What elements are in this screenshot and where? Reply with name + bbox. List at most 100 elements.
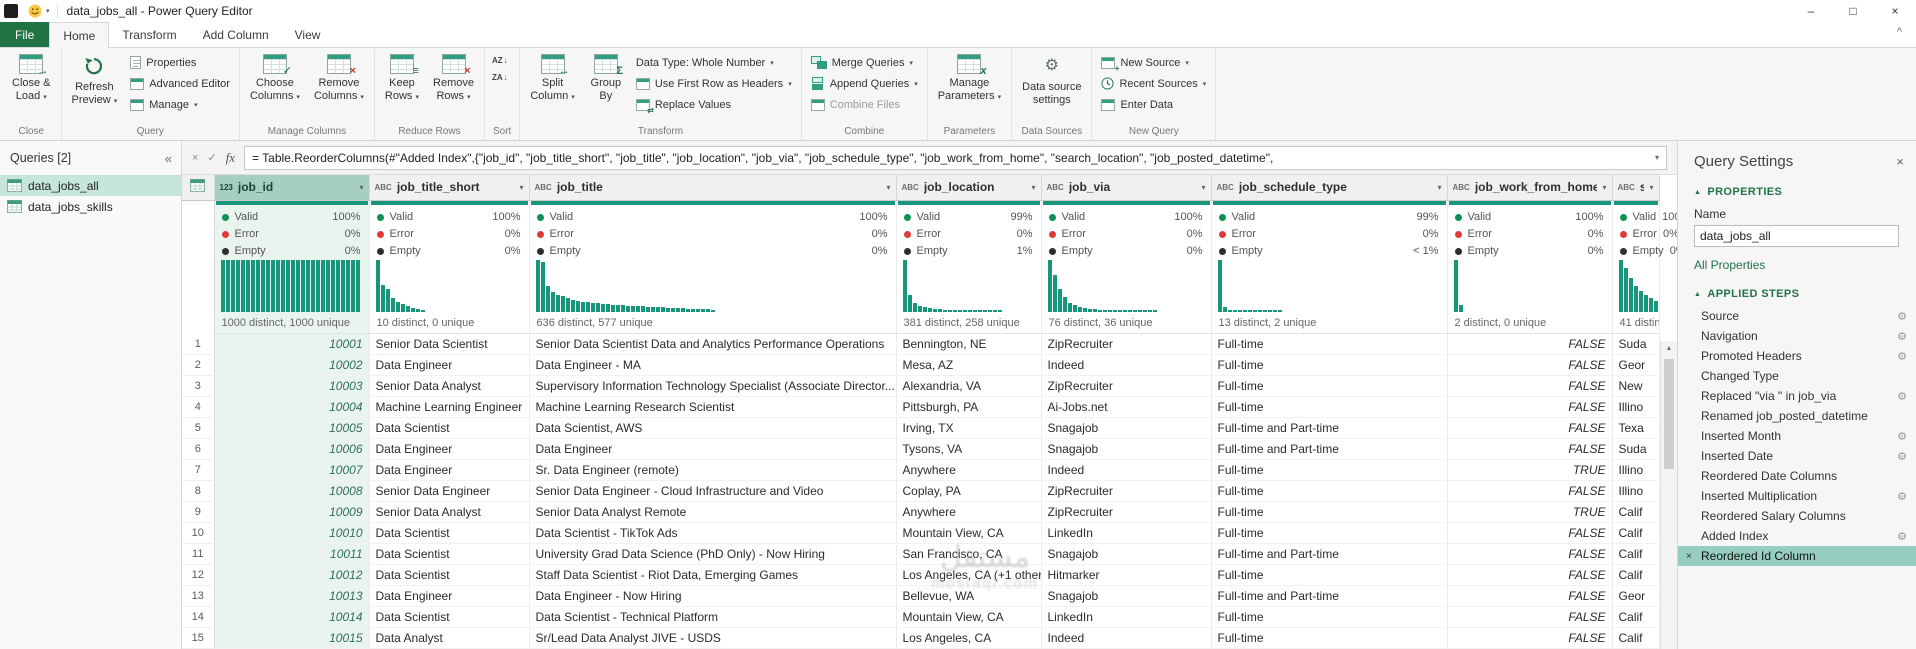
column-filter-icon[interactable]: ▾ bbox=[519, 183, 523, 192]
row-number[interactable]: 7 bbox=[182, 459, 215, 481]
cell-job_via[interactable]: Indeed bbox=[1041, 354, 1212, 376]
minimize-button[interactable]: – bbox=[1790, 0, 1832, 22]
collapse-pane-icon[interactable]: « bbox=[165, 151, 172, 166]
row-number[interactable]: 13 bbox=[182, 585, 215, 607]
cell-job_title_short[interactable]: Data Analyst bbox=[369, 627, 530, 649]
cell-job_title_short[interactable]: Data Scientist bbox=[369, 522, 530, 544]
gear-icon[interactable]: ⚙ bbox=[1893, 490, 1907, 503]
cell-job_title_short[interactable]: Senior Data Analyst bbox=[369, 501, 530, 523]
cell-job_title[interactable]: Data Engineer - Now Hiring bbox=[529, 585, 897, 607]
query-name-input[interactable] bbox=[1694, 225, 1899, 247]
cell-job_title[interactable]: Supervisory Information Technology Speci… bbox=[529, 375, 897, 397]
column-filter-icon[interactable]: ▾ bbox=[359, 183, 363, 192]
cell-search_location[interactable]: Calif bbox=[1612, 522, 1660, 544]
cell-job_id[interactable]: 10009 bbox=[214, 501, 370, 523]
vertical-scrollbar[interactable]: ▲ bbox=[1660, 341, 1677, 649]
feedback-smiley-icon[interactable] bbox=[28, 4, 42, 18]
tab-add-column[interactable]: Add Column bbox=[190, 22, 282, 47]
cell-job_location[interactable]: Mesa, AZ bbox=[896, 354, 1042, 376]
cell-job_work_from_home[interactable]: FALSE bbox=[1447, 354, 1613, 376]
query-item-data_jobs_all[interactable]: data_jobs_all bbox=[0, 175, 181, 196]
column-histogram-job_id[interactable] bbox=[214, 259, 370, 316]
cell-search_location[interactable]: Calif bbox=[1612, 501, 1660, 523]
cell-job_schedule_type[interactable]: Full-time bbox=[1211, 627, 1448, 649]
sort-ascending-button[interactable]: AZ ↓ bbox=[489, 52, 511, 69]
row-number[interactable]: 5 bbox=[182, 417, 215, 439]
cell-job_work_from_home[interactable]: TRUE bbox=[1447, 501, 1613, 523]
column-header-job_title_short[interactable]: ABC job_title_short ▾ bbox=[369, 175, 530, 201]
column-header-job_schedule_type[interactable]: ABC job_schedule_type ▾ bbox=[1211, 175, 1448, 201]
column-filter-icon[interactable]: ▾ bbox=[1602, 183, 1606, 192]
use-first-row-as-headers-button[interactable]: Use First Row as Headers ▾ bbox=[631, 73, 797, 94]
column-histogram-job_schedule_type[interactable] bbox=[1211, 259, 1448, 316]
cell-job_title_short[interactable]: Senior Data Analyst bbox=[369, 375, 530, 397]
column-type-icon[interactable]: ABC bbox=[535, 183, 552, 192]
cell-job_title[interactable]: Data Scientist - TikTok Ads bbox=[529, 522, 897, 544]
cell-job_title[interactable]: Staff Data Scientist - Riot Data, Emergi… bbox=[529, 564, 897, 586]
applied-step[interactable]: Inserted Multiplication ⚙ bbox=[1678, 486, 1916, 506]
cell-job_schedule_type[interactable]: Full-time bbox=[1211, 459, 1448, 481]
gear-icon[interactable]: ⚙ bbox=[1893, 390, 1907, 403]
applied-step[interactable]: Changed Type bbox=[1678, 366, 1916, 386]
cell-job_schedule_type[interactable]: Full-time and Part-time bbox=[1211, 543, 1448, 565]
cell-job_location[interactable]: Alexandria, VA bbox=[896, 375, 1042, 397]
enter-data-button[interactable]: Enter Data bbox=[1096, 94, 1178, 115]
cell-job_title_short[interactable]: Data Engineer bbox=[369, 438, 530, 460]
cell-job_id[interactable]: 10013 bbox=[214, 585, 370, 607]
append-queries-button[interactable]: Append Queries ▾ bbox=[806, 73, 923, 94]
row-number[interactable]: 3 bbox=[182, 375, 215, 397]
tab-view[interactable]: View bbox=[282, 22, 334, 47]
cell-search_location[interactable]: Suda bbox=[1612, 438, 1660, 460]
cell-job_location[interactable]: Bellevue, WA bbox=[896, 585, 1042, 607]
row-number[interactable]: 6 bbox=[182, 438, 215, 460]
applied-step[interactable]: Source ⚙ bbox=[1678, 306, 1916, 326]
applied-step[interactable]: Promoted Headers ⚙ bbox=[1678, 346, 1916, 366]
column-histogram-job_work_from_home[interactable] bbox=[1447, 259, 1613, 316]
cell-job_via[interactable]: Hitmarker bbox=[1041, 564, 1212, 586]
cell-job_via[interactable]: LinkedIn bbox=[1041, 606, 1212, 628]
cell-search_location[interactable]: Suda bbox=[1612, 333, 1660, 355]
row-number[interactable]: 10 bbox=[182, 522, 215, 544]
cell-job_title[interactable]: Sr/Lead Data Analyst JIVE - USDS bbox=[529, 627, 897, 649]
close-button[interactable]: × bbox=[1874, 0, 1916, 22]
cell-job_location[interactable]: Coplay, PA bbox=[896, 480, 1042, 502]
row-number[interactable]: 14 bbox=[182, 606, 215, 628]
cell-job_location[interactable]: Anywhere bbox=[896, 459, 1042, 481]
cell-search_location[interactable]: Calif bbox=[1612, 606, 1660, 628]
column-type-icon[interactable]: ABC bbox=[1618, 183, 1635, 192]
cell-job_location[interactable]: Pittsburgh, PA bbox=[896, 396, 1042, 418]
cell-job_title_short[interactable]: Senior Data Engineer bbox=[369, 480, 530, 502]
cell-job_title_short[interactable]: Data Engineer bbox=[369, 354, 530, 376]
cell-job_id[interactable]: 10002 bbox=[214, 354, 370, 376]
cell-job_schedule_type[interactable]: Full-time and Part-time bbox=[1211, 585, 1448, 607]
column-type-icon[interactable]: ABC bbox=[375, 183, 392, 192]
group-by-button[interactable]: Σ Group By bbox=[583, 50, 629, 118]
tab-home[interactable]: Home bbox=[49, 22, 110, 48]
cell-job_location[interactable]: Los Angeles, CA (+1 other) bbox=[896, 564, 1042, 586]
cell-job_id[interactable]: 10015 bbox=[214, 627, 370, 649]
cell-job_id[interactable]: 10014 bbox=[214, 606, 370, 628]
row-number[interactable]: 15 bbox=[182, 627, 215, 649]
applied-step[interactable]: Reordered Date Columns bbox=[1678, 466, 1916, 486]
applied-step[interactable]: Replaced "via " in job_via ⚙ bbox=[1678, 386, 1916, 406]
cell-job_title[interactable]: Data Scientist, AWS bbox=[529, 417, 897, 439]
cell-job_work_from_home[interactable]: FALSE bbox=[1447, 585, 1613, 607]
close-and-load-button[interactable]: → Close & Load ▾ bbox=[6, 50, 57, 118]
scrollbar-thumb[interactable] bbox=[1664, 359, 1674, 469]
applied-step[interactable]: × Reordered Id Column bbox=[1678, 546, 1916, 566]
panel-close-icon[interactable]: × bbox=[1896, 154, 1904, 169]
column-histogram-job_title[interactable] bbox=[529, 259, 897, 316]
gear-icon[interactable]: ⚙ bbox=[1893, 450, 1907, 463]
combine-files-button[interactable]: Combine Files bbox=[806, 94, 905, 115]
cell-search_location[interactable]: Geor bbox=[1612, 354, 1660, 376]
cell-job_work_from_home[interactable]: FALSE bbox=[1447, 333, 1613, 355]
cell-search_location[interactable]: Illino bbox=[1612, 480, 1660, 502]
collapse-ribbon-icon[interactable]: ^ bbox=[1897, 26, 1902, 38]
column-histogram-search_location[interactable] bbox=[1612, 259, 1660, 316]
applied-step[interactable]: Reordered Salary Columns bbox=[1678, 506, 1916, 526]
cell-job_id[interactable]: 10006 bbox=[214, 438, 370, 460]
cell-job_title_short[interactable]: Senior Data Scientist bbox=[369, 333, 530, 355]
cell-job_work_from_home[interactable]: FALSE bbox=[1447, 543, 1613, 565]
cell-job_title[interactable]: Data Engineer - MA bbox=[529, 354, 897, 376]
cell-job_title_short[interactable]: Data Scientist bbox=[369, 564, 530, 586]
